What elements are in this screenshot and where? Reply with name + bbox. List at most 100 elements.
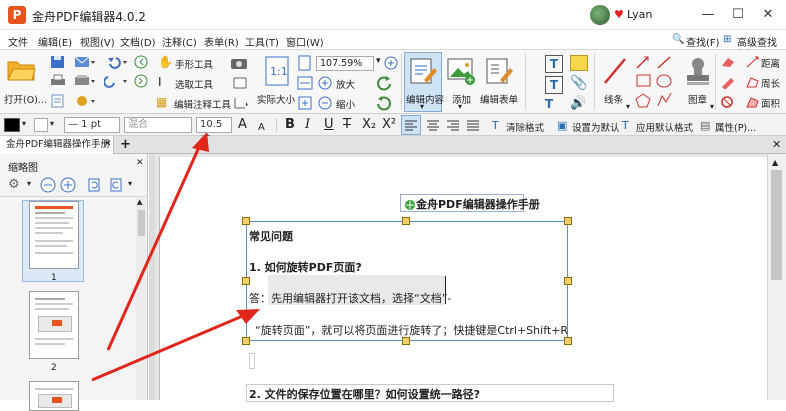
zoom-dropdown-chevron-icon[interactable]: ▾ <box>376 56 381 66</box>
thumbnail-page-2[interactable] <box>29 291 79 359</box>
resize-handle-left[interactable] <box>242 277 250 285</box>
find-button[interactable]: 查找(F) <box>686 34 720 49</box>
edit-annot-tool-button[interactable]: 编辑注释工具 <box>174 97 231 111</box>
edit-content-chevron-icon[interactable]: ▾ <box>420 102 424 111</box>
resize-handle-bottom[interactable] <box>402 337 410 345</box>
apply-default-icon[interactable]: T <box>622 118 629 134</box>
rotate-cw-icon[interactable] <box>376 75 392 91</box>
strikethrough-button[interactable]: T <box>343 117 351 133</box>
typewriter-text-icon[interactable]: T <box>545 55 563 73</box>
perimeter-button[interactable]: 周长 <box>761 76 780 90</box>
set-default-icon[interactable]: ▣ <box>557 118 567 134</box>
clear-format-button[interactable]: 清除格式 <box>506 120 544 134</box>
document-scroll-thumb[interactable] <box>771 170 782 280</box>
thumb-options-chevron-icon[interactable]: ▾ <box>128 179 132 188</box>
rotate-ccw-icon[interactable] <box>376 95 392 111</box>
email-icon[interactable] <box>74 55 96 69</box>
menu-file[interactable]: 文件 <box>8 34 28 49</box>
close-button[interactable]: ✕ <box>753 4 783 26</box>
folder-open-icon[interactable] <box>6 56 36 82</box>
avatar[interactable] <box>590 5 610 25</box>
close-document-icon[interactable]: ✕ <box>772 138 781 151</box>
audio-icon[interactable]: 🔊 <box>570 96 586 111</box>
resize-handle-top-right[interactable] <box>564 217 572 225</box>
menu-view[interactable]: 视图(V) <box>80 34 115 49</box>
attach-file-icon[interactable]: 📎 <box>570 75 587 91</box>
hand-tool-button[interactable]: 手形工具 <box>175 57 213 71</box>
menu-form[interactable]: 表单(R) <box>204 34 239 49</box>
fit-page-icon[interactable] <box>297 55 313 71</box>
line-tool-button[interactable]: 线条 <box>604 92 623 106</box>
align-center-icon[interactable] <box>426 119 440 131</box>
resize-handle-bottom-left[interactable] <box>242 337 250 345</box>
resize-handle-bottom-right[interactable] <box>564 337 572 345</box>
crop-icon[interactable] <box>232 76 248 90</box>
find-search-icon[interactable]: 🔍 <box>672 34 684 45</box>
stroke-color-swatch[interactable] <box>34 118 48 132</box>
text-select-icon[interactable] <box>232 96 248 110</box>
panel-options-chevron-icon[interactable]: ▾ <box>27 179 31 188</box>
line-width-select[interactable]: — 1 pt <box>64 117 120 133</box>
set-default-button[interactable]: 设置为默认 <box>572 120 620 134</box>
pencil-icon[interactable] <box>720 75 736 89</box>
area-icon[interactable] <box>745 95 761 109</box>
callout-text-icon[interactable]: T <box>545 97 563 113</box>
textbox-icon[interactable]: T <box>545 76 563 94</box>
print-icon[interactable] <box>50 74 66 88</box>
add-chevron-icon[interactable]: ▾ <box>458 102 462 111</box>
line-chevron-icon[interactable]: ▾ <box>626 102 630 111</box>
edit-form-button[interactable]: 编辑表单 <box>480 92 518 106</box>
blend-mode-select[interactable]: 混合 <box>124 117 192 133</box>
tab-close-icon[interactable]: ✕ <box>104 139 112 149</box>
move-handle-icon[interactable] <box>404 199 416 211</box>
panel-splitter[interactable] <box>149 154 155 400</box>
bold-button[interactable]: B <box>285 117 295 133</box>
hand-icon[interactable]: ✋ <box>158 55 173 69</box>
share-icon[interactable] <box>74 94 96 108</box>
line-tool-icon[interactable] <box>602 56 628 86</box>
thumb-zoom-in-icon[interactable] <box>60 177 76 193</box>
properties-button[interactable]: 属性(P)... <box>715 120 756 134</box>
resize-handle-right[interactable] <box>564 277 572 285</box>
actual-size-button[interactable]: 实际大小 <box>257 92 295 106</box>
add-image-icon[interactable] <box>446 56 476 86</box>
clear-format-icon[interactable]: T <box>492 118 499 134</box>
clear-icon[interactable] <box>720 95 736 109</box>
select-text-icon[interactable]: Ⅰ <box>158 75 162 89</box>
open-button[interactable]: 打开(O)... <box>4 92 47 106</box>
resize-handle-top[interactable] <box>402 217 410 225</box>
answer-1-line-2[interactable]: “旋转页面”，就可以将页面进行旋转了；快捷键是Ctrl+Shift+R <box>255 322 568 338</box>
menu-document[interactable]: 文档(D) <box>120 34 156 49</box>
zoom-level-select[interactable]: 107.59% <box>316 56 374 71</box>
stamp-button[interactable]: 图章 <box>688 92 707 106</box>
stamp-chevron-icon[interactable]: ▾ <box>710 102 714 111</box>
pdf-page[interactable]: 金舟PDF编辑器操作手册 常见问题 1. 如何旋转PDF页面? 答：先用编辑器打… <box>159 157 767 402</box>
italic-button[interactable]: I <box>305 117 310 133</box>
shape-tools-icon[interactable] <box>634 54 676 112</box>
stroke-color-chevron-icon[interactable]: ▾ <box>50 119 54 128</box>
new-doc-icon[interactable] <box>50 94 66 108</box>
area-button[interactable]: 面积 <box>761 96 780 110</box>
fit-visible-icon[interactable] <box>297 95 313 111</box>
menu-comment[interactable]: 注释(C) <box>162 34 197 49</box>
minimize-button[interactable]: — <box>693 4 723 26</box>
forward-icon[interactable] <box>134 74 150 88</box>
edit-content-icon[interactable] <box>408 56 438 86</box>
maximize-button[interactable]: ☐ <box>723 4 753 26</box>
scan-icon[interactable] <box>74 74 96 88</box>
scroll-up-arrow-icon[interactable]: ▲ <box>772 158 778 167</box>
username[interactable]: Lyan <box>627 8 652 21</box>
zoom-in-icon[interactable] <box>318 76 332 90</box>
shrink-font-button[interactable]: A <box>258 120 265 136</box>
zoom-in-button[interactable]: 放大 <box>336 77 355 91</box>
edit-form-icon[interactable] <box>484 56 514 86</box>
properties-icon[interactable]: ▤ <box>700 118 710 134</box>
stamp-icon[interactable] <box>683 55 713 87</box>
answer-1-line-1[interactable]: 答：先用编辑器打开该文档，选择“文档”- <box>249 290 451 306</box>
select-tool-button[interactable]: 选取工具 <box>175 77 213 91</box>
back-icon[interactable] <box>134 55 150 69</box>
actual-size-icon[interactable]: 1:1 <box>264 55 290 87</box>
zoom-plus-circle-icon[interactable] <box>384 56 398 70</box>
distance-icon[interactable] <box>745 55 761 69</box>
thumbnail-page-1[interactable] <box>29 201 79 269</box>
